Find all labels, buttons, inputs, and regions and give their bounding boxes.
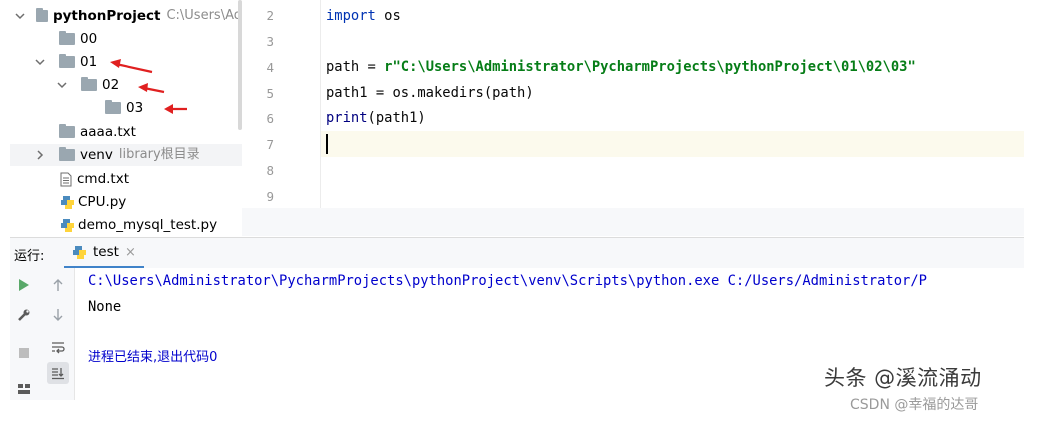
code-line-4: path = r"C:\Users\Administrator\PycharmP… bbox=[326, 57, 916, 77]
line-number: 3 bbox=[266, 34, 274, 49]
scroll-down-button[interactable] bbox=[47, 304, 69, 326]
stop-button[interactable] bbox=[13, 342, 35, 364]
tree-item-label: venv bbox=[80, 147, 113, 163]
chevron-down-icon[interactable] bbox=[34, 56, 46, 68]
tree-item-cpu-py[interactable]: CPU.py bbox=[10, 191, 242, 213]
tree-item-03[interactable]: 03 bbox=[10, 97, 242, 119]
scroll-to-end-button[interactable] bbox=[47, 362, 69, 384]
tree-item-note: library根目录 bbox=[118, 147, 200, 162]
python-run-icon bbox=[73, 245, 86, 259]
tree-item-demo-mysql-test[interactable]: demo_mysql_test.py bbox=[10, 214, 242, 236]
scroll-up-button[interactable] bbox=[47, 274, 69, 296]
tree-root[interactable]: pythonProject C:\Users\Ad bbox=[10, 5, 242, 27]
tree-item-label: 03 bbox=[126, 100, 144, 116]
code-keyword: import bbox=[326, 8, 376, 24]
rerun-button[interactable] bbox=[13, 274, 35, 296]
run-panel-header: 运行: test × bbox=[10, 237, 1024, 269]
line-number: 5 bbox=[266, 86, 274, 101]
code-text: os bbox=[375, 8, 401, 24]
code-line-6: print(path1) bbox=[326, 108, 426, 128]
tree-item-venv[interactable]: venv library根目录 bbox=[10, 144, 242, 166]
project-tree: pythonProject C:\Users\Ad 00 01 02 03 aa… bbox=[10, 0, 242, 236]
annotation-arrow-icon bbox=[164, 104, 187, 114]
line-number: 9 bbox=[266, 189, 274, 204]
tab-test[interactable]: test × bbox=[64, 238, 144, 268]
folder-icon bbox=[105, 100, 121, 114]
code-line-2: import os bbox=[326, 6, 401, 26]
line-number: 4 bbox=[266, 60, 274, 75]
code-text: path = bbox=[326, 59, 385, 75]
watermark-primary: 头条 @溪流涌动 bbox=[824, 366, 982, 390]
folder-icon bbox=[81, 77, 97, 91]
tree-item-label: demo_mysql_test.py bbox=[78, 217, 218, 233]
tree-item-00[interactable]: 00 bbox=[10, 28, 242, 50]
folder-icon bbox=[59, 54, 75, 68]
layout-icon bbox=[18, 384, 30, 394]
line-number: 8 bbox=[266, 163, 274, 178]
watermark-secondary: CSDN @幸福的达哥 bbox=[850, 397, 979, 413]
scroll-to-end-icon bbox=[52, 368, 64, 380]
run-label: 运行: bbox=[14, 249, 45, 264]
text-file-icon bbox=[60, 172, 72, 186]
console-exit-message: 进程已结束,退出代码0 bbox=[88, 350, 218, 365]
editor-bottom-strip bbox=[242, 208, 1024, 236]
console-output-line: None bbox=[88, 299, 122, 315]
close-icon[interactable]: × bbox=[125, 245, 136, 260]
text-caret bbox=[326, 134, 328, 154]
code-text: (path1) bbox=[367, 110, 426, 126]
code-editor[interactable]: import os path = r"C:\Users\Administrato… bbox=[321, 0, 1024, 208]
code-builtin: print bbox=[326, 110, 368, 126]
tree-item-label: 00 bbox=[80, 31, 98, 47]
chevron-down-icon[interactable] bbox=[56, 79, 68, 91]
python-file-icon bbox=[61, 218, 74, 232]
tree-root-path: C:\Users\Ad bbox=[166, 8, 242, 23]
arrow-down-icon bbox=[53, 309, 63, 321]
soft-wrap-button[interactable] bbox=[47, 336, 69, 358]
stop-icon bbox=[19, 348, 29, 358]
chevron-right-icon[interactable] bbox=[34, 149, 46, 161]
folder-icon bbox=[59, 147, 75, 161]
annotation-arrow-icon bbox=[138, 83, 165, 94]
tree-root-name: pythonProject bbox=[52, 8, 161, 24]
code-string: r"C:\Users\Administrator\PycharmProjects… bbox=[384, 59, 916, 75]
annotation-arrow-icon bbox=[110, 59, 153, 74]
code-line-5: path1 = os.makedirs(path) bbox=[326, 83, 534, 103]
editor-gutter: 2 3 4 5 6 7 8 9 bbox=[242, 0, 321, 208]
chevron-down-icon[interactable] bbox=[14, 10, 26, 22]
tree-item-aaaa-txt[interactable]: aaaa.txt bbox=[10, 121, 242, 143]
tab-label: test bbox=[93, 244, 119, 260]
tree-item-cmd-txt[interactable]: cmd.txt bbox=[10, 168, 242, 190]
tree-item-label: 01 bbox=[80, 54, 98, 70]
wrench-icon bbox=[18, 309, 30, 321]
folder-icon bbox=[59, 31, 75, 45]
line-number: 2 bbox=[266, 8, 274, 23]
soft-wrap-icon bbox=[52, 342, 65, 354]
tree-item-label: CPU.py bbox=[78, 194, 127, 210]
layout-button[interactable] bbox=[13, 378, 35, 400]
python-file-icon bbox=[61, 195, 74, 209]
console-command-line: C:\Users\Administrator\PycharmProjects\p… bbox=[88, 273, 927, 289]
folder-icon bbox=[59, 124, 75, 138]
line-number: 6 bbox=[266, 111, 274, 126]
play-icon bbox=[19, 279, 29, 291]
settings-button[interactable] bbox=[13, 304, 35, 326]
arrow-up-icon bbox=[53, 279, 63, 291]
run-toolbar bbox=[10, 268, 75, 400]
ide-window: pythonProject C:\Users\Ad 00 01 02 03 aa… bbox=[0, 0, 1038, 421]
line-number: 7 bbox=[266, 137, 274, 152]
code-text: path1 = os.makedirs(path) bbox=[326, 85, 534, 101]
folder-icon bbox=[36, 8, 48, 22]
tree-item-label: cmd.txt bbox=[77, 171, 130, 187]
tree-item-label: aaaa.txt bbox=[80, 124, 136, 140]
